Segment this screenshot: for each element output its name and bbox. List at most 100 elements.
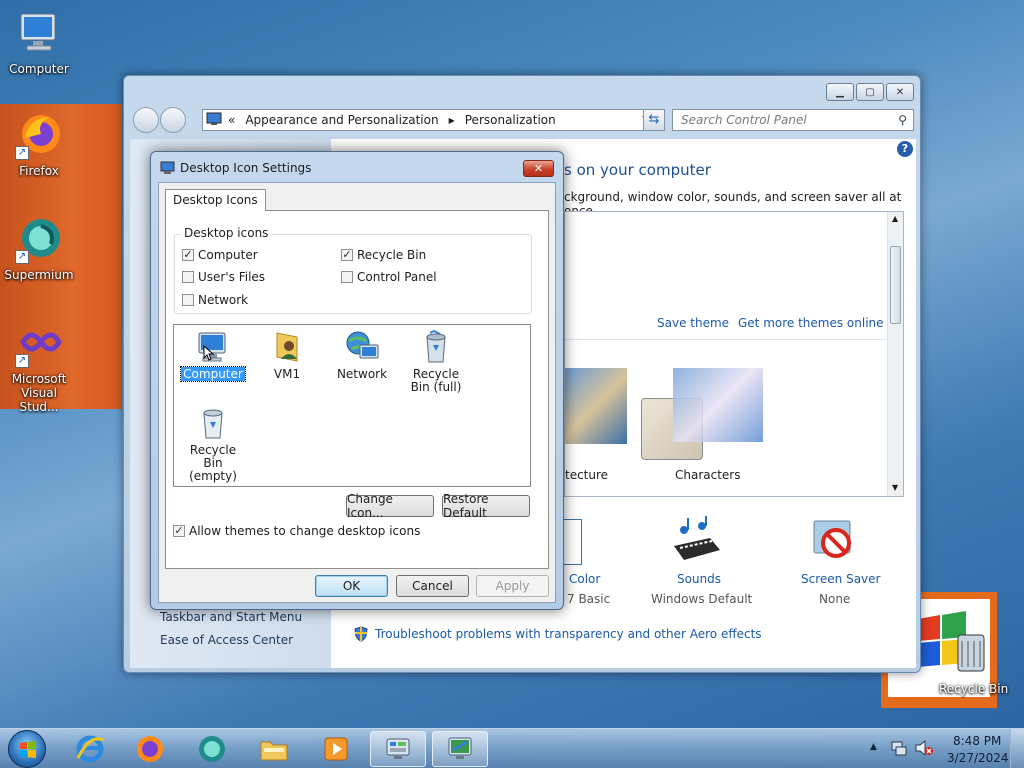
recycle-bin-empty-icon (195, 405, 231, 441)
window-color-link[interactable]: Color (569, 572, 600, 586)
checkbox-label: Computer (198, 248, 258, 262)
clock-date[interactable]: 3/27/2024 (947, 751, 1009, 765)
help-icon[interactable]: ? (897, 141, 913, 157)
display-settings-icon (448, 737, 472, 759)
change-icon-button[interactable]: Change Icon... (346, 492, 434, 520)
checkbox-unchecked-icon[interactable] (182, 294, 194, 306)
scroll-down-icon[interactable]: ▼ (892, 483, 898, 492)
checkbox-unchecked-icon[interactable] (341, 271, 353, 283)
clock-time[interactable]: 8:48 PM (953, 734, 1001, 748)
taskbar-firefox[interactable] (122, 731, 178, 767)
restore-default-button[interactable]: Restore Default (442, 492, 530, 520)
taskbar-supermium[interactable] (184, 731, 240, 767)
checkbox-users-files[interactable]: User's Files (182, 270, 265, 284)
checkbox-checked-icon[interactable]: ✓ (341, 249, 353, 261)
desktop-icon-label: Firefox (19, 164, 59, 178)
taskbar: ▲ 8:48 PM 3/27/2024 (0, 728, 1024, 768)
refresh-button[interactable]: ⇆ (643, 109, 665, 131)
back-button[interactable] (133, 107, 159, 133)
troubleshoot-link[interactable]: Troubleshoot problems with transparency … (375, 627, 762, 641)
desktop-icon-computer[interactable]: Computer (1, 10, 77, 76)
icon-list[interactable]: Computer VM1 Network Recycle Bin (full) … (173, 324, 531, 487)
theme-architecture-thumbnail[interactable] (565, 368, 627, 444)
list-item-network[interactable]: Network (325, 329, 399, 381)
shortcut-arrow-icon: ↗ (15, 146, 29, 160)
search-icon[interactable]: ⚲ (898, 113, 907, 127)
desktop-icon-firefox[interactable]: ↗ Firefox (1, 112, 77, 178)
tab-desktop-icons[interactable]: Desktop Icons (165, 189, 266, 211)
window-color-icon[interactable] (564, 519, 582, 565)
checkbox-network[interactable]: Network (182, 293, 248, 307)
list-item-label: Recycle Bin (empty) (189, 443, 237, 483)
close-button[interactable]: ✕ (886, 83, 914, 101)
screen-saver-link[interactable]: Screen Saver (801, 572, 880, 586)
divider (565, 339, 887, 340)
breadcrumb-prefix[interactable]: « (228, 113, 235, 127)
checkbox-recycle-bin[interactable]: ✓ Recycle Bin (341, 248, 426, 262)
taskbar-ie[interactable] (62, 731, 118, 767)
desktop-icon-settings-dialog[interactable]: Desktop Icon Settings ✕ Desktop Icons De… (150, 151, 564, 610)
breadcrumb-separator-icon: ▶ (448, 115, 455, 125)
theme-label[interactable]: Characters (675, 468, 741, 482)
breadcrumb-appearance[interactable]: Appearance and Personalization (245, 113, 438, 127)
checkbox-checked-icon[interactable]: ✓ (173, 525, 185, 537)
list-item-recycle-bin-full[interactable]: Recycle Bin (full) (399, 329, 473, 394)
firefox-icon (137, 736, 163, 762)
search-input[interactable]: Search Control Panel ⚲ (672, 109, 914, 131)
shortcut-arrow-icon: ↗ (15, 354, 29, 368)
forward-button[interactable] (160, 107, 186, 133)
checkbox-unchecked-icon[interactable] (182, 271, 194, 283)
shortcut-arrow-icon: ↗ (15, 250, 29, 264)
sidebar-link-ease-of-access[interactable]: Ease of Access Center (160, 633, 293, 647)
list-item-label: VM1 (273, 367, 301, 381)
sounds-icon[interactable] (670, 516, 724, 564)
themes-scrollbar[interactable]: ▲ ▼ (887, 212, 903, 496)
breadcrumb-personalization[interactable]: Personalization (465, 113, 556, 127)
volume-muted-icon[interactable] (914, 739, 934, 757)
scroll-thumb[interactable] (890, 246, 901, 324)
visual-studio-icon: ↗ (15, 320, 63, 368)
taskbar-explorer[interactable] (246, 731, 302, 767)
user-folder-icon (269, 329, 305, 365)
taskbar-desktop-icon-settings[interactable] (432, 731, 488, 767)
maximize-button[interactable]: ▢ (856, 83, 884, 101)
checkbox-computer[interactable]: ✓ Computer (182, 248, 258, 262)
checkbox-label: Network (198, 293, 249, 307)
taskbar-control-panel[interactable] (370, 731, 426, 767)
screen-saver-icon[interactable] (810, 517, 858, 565)
desktop-icon-supermium[interactable]: ↗ Supermium (1, 216, 77, 282)
scroll-up-icon[interactable]: ▲ (892, 214, 898, 223)
screen-saver-value: None (819, 592, 851, 606)
ok-button[interactable]: OK (315, 575, 388, 597)
sidebar-link-taskbar[interactable]: Taskbar and Start Menu (160, 610, 302, 624)
address-bar[interactable]: « Appearance and Personalization ▶ Perso… (202, 109, 664, 131)
checkbox-control-panel[interactable]: Control Panel (341, 270, 437, 284)
checkbox-allow-themes[interactable]: ✓ Allow themes to change desktop icons (173, 524, 420, 538)
control-panel-icon (206, 112, 222, 129)
supermium-icon: ↗ (15, 216, 63, 264)
network-tray-icon[interactable] (890, 739, 908, 757)
start-button[interactable] (8, 730, 46, 768)
apply-button[interactable]: Apply (476, 575, 549, 597)
list-item-recycle-bin-empty[interactable]: Recycle Bin (empty) (176, 405, 250, 483)
theme-label[interactable]: tecture (565, 468, 608, 482)
themes-list[interactable]: Save theme Get more themes online tectur… (564, 211, 904, 497)
list-item-label: Computer (180, 366, 246, 382)
save-theme-link[interactable]: Save theme (657, 316, 729, 330)
desktop-icon-visual-studio[interactable]: ↗ Microsoft Visual Stud... (1, 320, 77, 414)
list-item-computer[interactable]: Computer (176, 329, 250, 382)
list-item-vm1[interactable]: VM1 (250, 329, 324, 381)
tab-panel: Desktop icons ✓ Computer ✓ Recycle Bin U… (165, 210, 549, 569)
more-themes-link[interactable]: Get more themes online (738, 316, 884, 330)
desktop-icon-label: Computer (9, 62, 69, 76)
checkbox-checked-icon[interactable]: ✓ (182, 249, 194, 261)
taskbar-media-player[interactable] (308, 731, 364, 767)
sounds-link[interactable]: Sounds (677, 572, 721, 586)
show-hidden-icons[interactable]: ▲ (870, 742, 877, 752)
cancel-button[interactable]: Cancel (396, 575, 469, 597)
dialog-close-button[interactable]: ✕ (523, 160, 554, 177)
list-item-label: Network (336, 367, 388, 381)
show-desktop-button[interactable] (1010, 729, 1024, 768)
checkbox-label: Control Panel (357, 270, 437, 284)
minimize-button[interactable]: ▁ (826, 83, 854, 101)
